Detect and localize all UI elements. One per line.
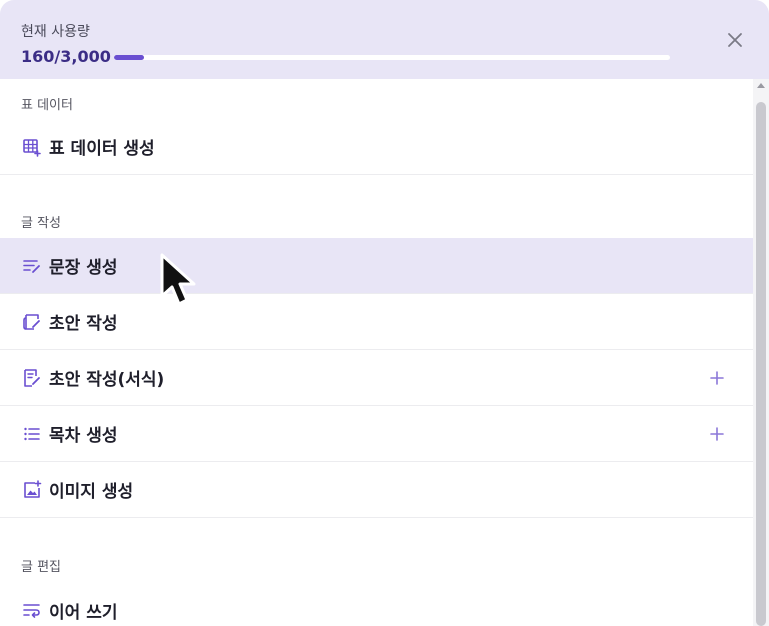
- mouse-pointer-icon: [160, 253, 196, 306]
- menu-item-table-generate[interactable]: 표 데이터 생성: [0, 119, 753, 175]
- menu-item-continue-writing[interactable]: 이어 쓰기: [0, 582, 753, 626]
- menu-item-label: 문장 생성: [49, 258, 118, 278]
- scroll-up-arrow-icon[interactable]: [757, 83, 765, 88]
- menu-item-label: 초안 작성(서식): [49, 370, 165, 390]
- draft-format-icon: [21, 367, 43, 389]
- image-add-icon: [21, 479, 43, 501]
- close-icon: [728, 33, 742, 47]
- plus-icon: [710, 426, 724, 441]
- usage-label: 현재 사용량: [21, 24, 90, 40]
- plus-icon: [710, 370, 724, 385]
- continue-writing-icon: [21, 599, 43, 621]
- list-icon: [21, 423, 43, 445]
- table-add-icon: [21, 136, 43, 158]
- menu-item-draft[interactable]: 초안 작성: [0, 294, 753, 350]
- sentence-edit-icon: [21, 255, 43, 277]
- menu-item-label: 이미지 생성: [49, 482, 134, 502]
- add-button[interactable]: [706, 423, 728, 445]
- menu-item-toc[interactable]: 목차 생성: [0, 406, 753, 462]
- ai-tools-panel: 현재 사용량 160/3,000 표 데이터 표 데이터 생성 글 작성 문장 …: [0, 0, 769, 626]
- draft-icon: [21, 311, 43, 333]
- menu-item-label: 초안 작성: [49, 314, 118, 334]
- section-title-table: 표 데이터: [21, 98, 73, 113]
- menu-item-image-generate[interactable]: 이미지 생성: [0, 462, 753, 518]
- usage-progress-bar: [114, 55, 670, 60]
- section-title-writing: 글 작성: [21, 216, 62, 231]
- menu-item-label: 목차 생성: [49, 426, 118, 446]
- vertical-scrollbar[interactable]: [753, 79, 769, 626]
- close-button[interactable]: [722, 27, 748, 53]
- scrollbar-thumb[interactable]: [756, 102, 766, 626]
- usage-header: 현재 사용량 160/3,000: [0, 0, 769, 79]
- menu-item-label: 표 데이터 생성: [49, 139, 155, 159]
- usage-value: 160/3,000: [21, 47, 111, 66]
- usage-progress-fill: [114, 55, 144, 60]
- menu-item-label: 이어 쓰기: [49, 602, 118, 623]
- section-title-editing: 글 편집: [21, 560, 62, 575]
- menu-list: 표 데이터 표 데이터 생성 글 작성 문장 생성 초안 작성 초안 작성(서식…: [0, 79, 753, 626]
- add-button[interactable]: [706, 367, 728, 389]
- menu-item-sentence-generate[interactable]: 문장 생성: [0, 238, 753, 294]
- menu-item-draft-format[interactable]: 초안 작성(서식): [0, 350, 753, 406]
